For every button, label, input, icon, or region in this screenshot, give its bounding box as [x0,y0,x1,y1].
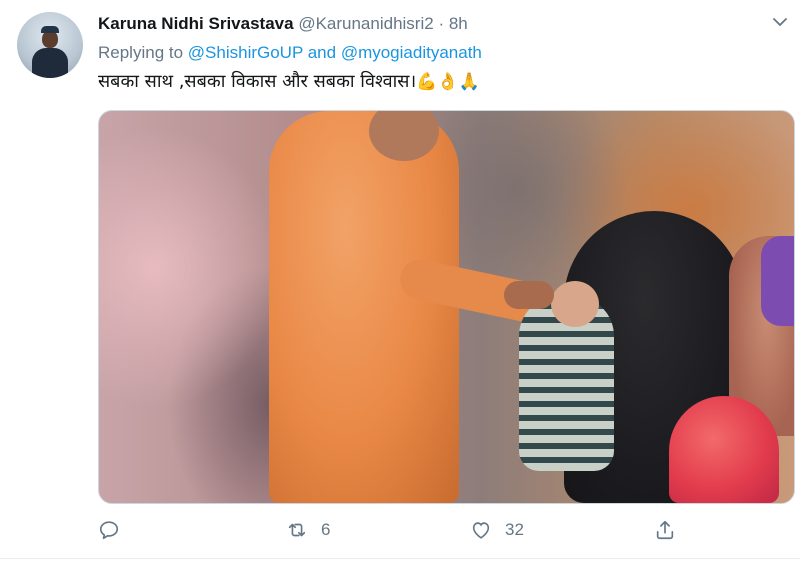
retweet-button[interactable]: 6 [286,514,330,546]
tweet[interactable]: Karuna Nidhi Srivastava @Karunanidhisri2… [0,0,800,563]
tweet-text: सबका साथ ,सबका विकास और सबका विश्वास।💪👌🙏 [98,69,480,95]
share-icon [656,520,674,540]
author-handle[interactable]: @Karunanidhisri2 [298,14,433,33]
separator-dot: · [438,14,445,33]
avatar-figure-body [32,48,68,78]
tweet-header: Karuna Nidhi Srivastava @Karunanidhisri2… [98,13,468,37]
photo-robe-shape [269,111,459,503]
tweet-photo[interactable] [98,110,795,504]
like-button[interactable]: 32 [470,514,524,546]
avatar[interactable] [17,12,83,78]
retweet-count: 6 [321,520,331,539]
heart-icon [472,522,490,539]
photo-hand-shape [504,281,554,309]
reply-icon [99,521,119,540]
photo-kid-hat-shape [669,396,779,503]
reply-mention-yogi[interactable]: @myogiadityanath [341,43,482,62]
retweet-icon [288,523,306,537]
tweet-actions: 6 32 [98,514,793,546]
photo-purple-cloth-shape [761,236,794,326]
replying-to-line: Replying to @ShishirGoUP and @myogiadity… [98,42,482,64]
share-button[interactable] [654,514,676,546]
tweet-emojis: 💪👌🙏 [416,72,480,92]
avatar-figure-cap [41,26,59,33]
author-name[interactable]: Karuna Nidhi Srivastava [98,14,294,33]
tweet-text-body: सबका साथ ,सबका विकास और सबका विश्वास। [98,71,417,92]
reply-mention-shishir[interactable]: @ShishirGoUP [188,43,303,62]
reply-conjunction[interactable]: and [303,43,341,62]
tweet-timestamp[interactable]: 8h [449,14,468,33]
tweet-divider [0,558,800,559]
chevron-down-icon[interactable] [772,14,788,30]
reply-button[interactable] [98,514,133,546]
photo-baby-face-shape [551,281,599,327]
like-count: 32 [505,520,524,539]
replying-prefix: Replying to [98,43,188,62]
